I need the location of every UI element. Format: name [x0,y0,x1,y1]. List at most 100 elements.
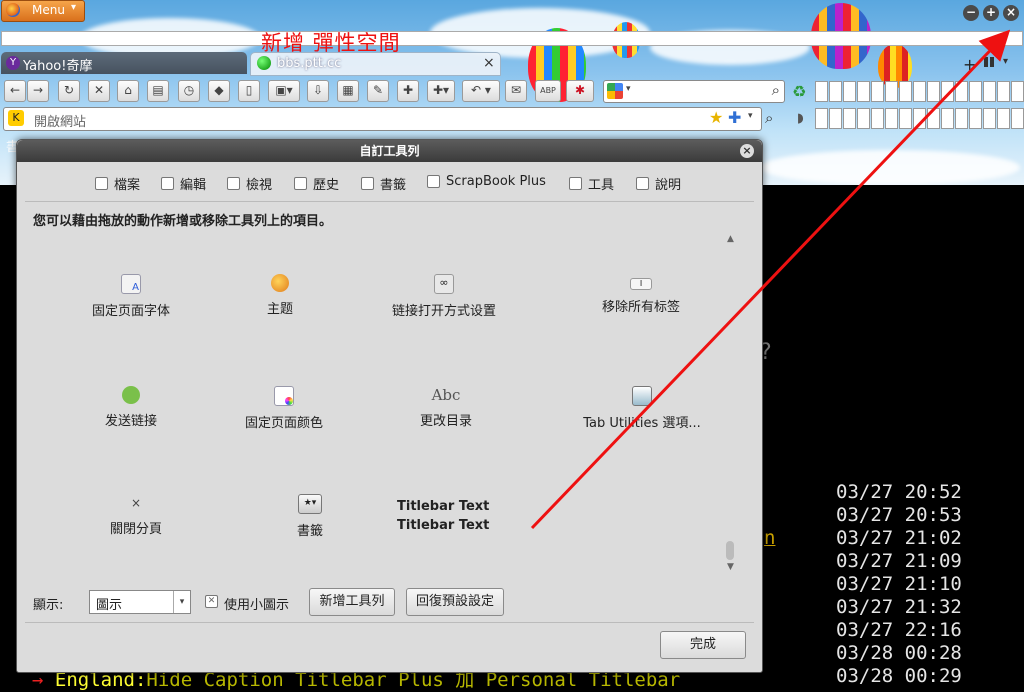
google-engine-icon[interactable] [607,83,623,99]
tag-icon[interactable]: ◆ [208,80,230,102]
undo-close-icon[interactable]: ↶ ▾ [462,80,500,102]
toolbar-item-palette: A 固定页面字体 主题 ∞ 链接打开方式设置 I 移除所有标签 发送链接 固定页… [24,228,744,575]
close-window-button[interactable]: × [1003,5,1019,21]
maximize-button[interactable]: + [983,5,999,21]
screenshot-icon[interactable]: ▣▾ [268,80,300,102]
empty-slot [885,81,898,102]
tab-grid-icon[interactable] [984,57,994,67]
empty-slot [885,108,898,129]
empty-slot [997,81,1010,102]
checkbox-box[interactable] [569,177,582,190]
yahoo-search-icon: K [8,110,24,126]
divider [25,622,754,623]
page-icon[interactable]: ▤ [147,80,169,102]
rss-icon[interactable]: ◗ [797,111,804,126]
checkbox-edit[interactable]: 編輯 [161,174,206,193]
checkbox-label: 說明 [655,178,682,193]
empty-slot [829,81,842,102]
scroll-up-arrow-icon[interactable]: ▲ [727,234,734,244]
checkbox-box[interactable] [361,177,374,190]
empty-slot [1011,81,1024,102]
engine-dropdown-icon[interactable]: ▾ [626,84,631,94]
back-icon[interactable]: ← [4,80,26,102]
toolbar-checkbox-row: 檔案 編輯 檢視 歷史 書籤 ScrapBook Plus 工具 說明 [95,174,695,193]
search-input[interactable]: ▾ ⌕ [603,80,785,103]
app-menu-button[interactable]: Menu ▾ [1,0,85,22]
palette-item-label: 发送链接 [104,414,157,429]
ptt-favicon-icon [257,56,271,70]
checkbox-scrapbook[interactable]: ScrapBook Plus [427,174,546,189]
checkbox-box[interactable] [636,177,649,190]
add-icon[interactable]: ✚ [728,108,741,127]
new-tab-icon[interactable]: + [963,55,976,74]
done-button[interactable]: 完成 [660,631,746,659]
dialog-options-row: 顯示: 圖示 ▾ ✕ 使用小圖示 新增工具列 回復預設設定 [33,588,753,616]
stop-icon[interactable]: ✕ [88,80,110,102]
checkbox-box[interactable] [227,177,240,190]
palette-item-bookmarks[interactable]: ★▾ 書籤 [210,494,410,539]
puzzle-menu-icon[interactable]: ✚▾ [427,80,455,102]
tab-list-icon[interactable]: ▾ [1003,56,1008,67]
tab-yahoo[interactable]: Y Yahoo!奇摩 [1,52,247,74]
bookmark-star-icon[interactable]: ★ [709,108,723,127]
palette-item-close-tab[interactable]: × 關閉分頁 [36,494,236,537]
address-dropdown-icon[interactable]: ▾ [748,111,753,121]
sidebar-icon[interactable]: ▯ [238,80,260,102]
yahoo-favicon-icon: Y [6,56,20,70]
recycle-icon[interactable]: ♻ [792,82,810,101]
scrollbar-thumb[interactable] [726,541,734,560]
small-icons-label: 使用小圖示 [224,598,290,613]
checkbox-label: ScrapBook Plus [446,174,546,189]
checkbox-box[interactable] [427,175,440,188]
adblock-icon[interactable]: ABP [535,80,561,102]
checkbox-view[interactable]: 檢視 [227,174,272,193]
checkbox-box[interactable] [294,177,307,190]
checkbox-bookmarks[interactable]: 書籤 [361,174,406,193]
empty-slot [983,108,996,129]
print-icon[interactable]: ▦ [337,80,359,102]
tab-ptt[interactable]: bbs.ptt.cc × [250,52,501,76]
history-clock-icon[interactable]: ◷ [178,80,200,102]
new-toolbar-button[interactable]: 新增工具列 [309,588,395,616]
palette-item-titlebar-text[interactable]: Titlebar Text Titlebar Text [397,499,597,533]
scroll-down-arrow-icon[interactable]: ▼ [727,562,734,572]
empty-slot [857,108,870,129]
addon-puzzle-icon[interactable]: ✚ [397,80,419,102]
checkbox-history[interactable]: 歷史 [294,174,339,193]
cloud [760,150,1020,185]
search-icon[interactable]: ⌕ [772,81,780,99]
show-mode-select[interactable]: 圖示 ▾ [89,590,191,614]
empty-slot [997,108,1010,129]
empty-slot [899,108,912,129]
palette-item-tab-utilities-options[interactable]: Tab Utilities 選項... [517,386,767,431]
palette-item-remove-all-tabs[interactable]: I 移除所有标签 [541,274,741,315]
address-bar[interactable]: K 開啟網站 ★ ✚ ▾ [3,107,762,131]
download-icon[interactable]: ⇩ [307,80,329,102]
checkbox-box[interactable] [95,177,108,190]
mail-icon[interactable]: ✉ [505,80,527,102]
small-icons-checkbox[interactable]: ✕ [205,595,218,608]
checkbox-box[interactable] [161,177,174,190]
lastpass-icon[interactable]: ✱ [566,80,594,102]
palette-item-link-open-settings[interactable]: ∞ 链接打开方式设置 [344,274,544,319]
empty-slot [829,108,842,129]
minimize-button[interactable]: − [963,5,979,21]
chevron-down-icon[interactable]: ▾ [173,591,190,613]
reload-icon[interactable]: ↻ [58,80,80,102]
close-glyph: × [130,496,142,510]
dialog-close-icon[interactable]: × [740,144,754,158]
empty-slot [913,108,926,129]
forward-icon[interactable]: → [27,80,49,102]
home-icon[interactable]: ⌂ [117,80,139,102]
palette-item-change-directory[interactable]: Abc 更改目录 [346,386,546,429]
close-tab-icon[interactable]: × [483,55,495,71]
empty-slot [857,81,870,102]
empty-slot [927,108,940,129]
checkbox-help[interactable]: 說明 [636,174,681,193]
checkbox-file[interactable]: 檔案 [95,174,140,193]
restore-defaults-button[interactable]: 回復預設設定 [406,588,504,616]
wrench-icon[interactable]: ✎ [367,80,389,102]
checkbox-tools[interactable]: 工具 [569,174,614,193]
empty-slot [969,81,982,102]
go-search-icon[interactable]: ⌕ [765,109,773,127]
